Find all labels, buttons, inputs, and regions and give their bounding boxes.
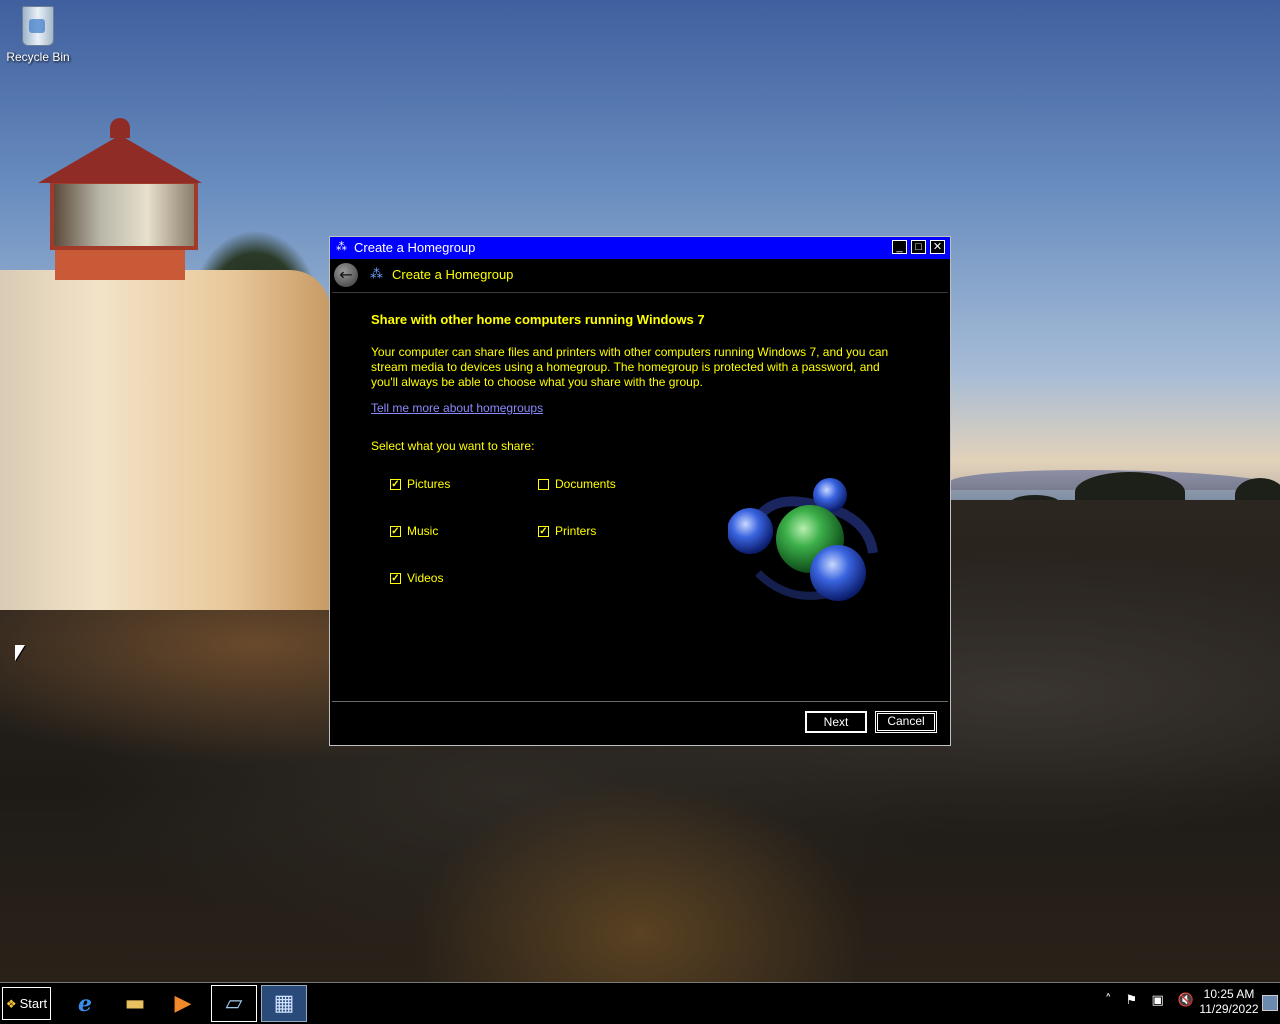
media-player-icon: ▶ (174, 991, 192, 1016)
clock-time: 10:25 AM (1203, 987, 1255, 1001)
checkbox-label: Videos (407, 571, 444, 585)
desktop-icon-label: Recycle Bin (6, 50, 70, 64)
system-tray: ˄ ⚑ ▣ 🔇 (1105, 993, 1204, 1008)
checkbox-documents[interactable]: Documents (538, 476, 616, 492)
taskbar-internet-explorer[interactable]: e (62, 985, 108, 1022)
checkbox-box: ✓ (390, 525, 401, 537)
clock[interactable]: 10:25 AM 11/29/2022 (1196, 987, 1262, 1017)
checkbox-videos[interactable]: ✓ Videos (390, 570, 443, 586)
title-bar[interactable]: ⁂ Create a Homegroup _ □ ✕ (330, 237, 950, 259)
desktop-icon-recycle-bin[interactable]: Recycle Bin (2, 6, 74, 64)
taskbar-media-player[interactable]: ▶ (160, 985, 206, 1022)
internet-explorer-icon: e (78, 990, 92, 1017)
homegroup-icon: ⁂ (336, 241, 347, 253)
close-button[interactable]: ✕ (930, 240, 945, 254)
network-icon[interactable]: ▣ (1151, 993, 1163, 1008)
taskbar: ❖ Start e ▬ ▶ ▱ ▦ ˄ ⚑ ▣ 🔇 10:25 AM 11/29… (0, 982, 1280, 1024)
notepad-icon: ▱ (225, 991, 243, 1016)
show-hidden-icons[interactable]: ˄ (1105, 993, 1112, 1008)
maximize-button[interactable]: □ (911, 240, 926, 254)
checkbox-printers[interactable]: ✓ Printers (538, 523, 596, 539)
homegroups-help-link[interactable]: Tell me more about homegroups (371, 401, 543, 415)
lighthouse-base (0, 270, 330, 610)
checkbox-label: Documents (555, 477, 616, 491)
back-button[interactable]: ← (334, 263, 358, 287)
navigation-bar: ← ⁂ Create a Homegroup (330, 259, 950, 291)
checkbox-music[interactable]: ✓ Music (390, 523, 438, 539)
checkbox-pictures[interactable]: ✓ Pictures (390, 476, 450, 492)
checkbox-box: ✓ (390, 572, 401, 584)
checkbox-label: Printers (555, 524, 597, 538)
action-center-flag-icon[interactable]: ⚑ (1126, 993, 1138, 1008)
lighthouse-lamp-room (50, 180, 198, 250)
mouse-cursor (15, 645, 25, 661)
file-explorer-icon: ▬ (124, 991, 146, 1016)
recycle-bin-icon (22, 6, 54, 46)
cancel-button[interactable]: Cancel (875, 711, 937, 733)
description-text: Your computer can share files and printe… (371, 345, 889, 389)
checkbox-box: ✓ (390, 478, 401, 490)
minimize-button[interactable]: _ (892, 240, 907, 254)
checkbox-label: Music (407, 524, 439, 538)
taskbar-notepad[interactable]: ▱ (211, 985, 257, 1022)
page-heading: Share with other home computers running … (371, 312, 705, 327)
next-button[interactable]: Next (805, 711, 867, 733)
wizard-content: Share with other home computers running … (332, 292, 948, 702)
taskbar-control-panel[interactable]: ▦ (261, 985, 307, 1022)
control-panel-icon: ▦ (273, 991, 295, 1016)
checkbox-box (538, 478, 549, 490)
window-title: Create a Homegroup (354, 240, 476, 255)
nav-title: Create a Homegroup (392, 267, 514, 282)
windows-logo-icon: ❖ (5, 996, 17, 1011)
checkbox-label: Pictures (407, 477, 451, 491)
lighthouse-cap (110, 118, 130, 138)
homegroup-icon: ⁂ (370, 267, 383, 282)
taskbar-file-explorer[interactable]: ▬ (112, 985, 158, 1022)
clock-date: 11/29/2022 (1199, 1002, 1259, 1016)
start-label: Start (19, 996, 48, 1011)
volume-muted-icon[interactable]: 🔇 (1178, 993, 1194, 1008)
start-button[interactable]: ❖ Start (2, 987, 51, 1020)
share-select-label: Select what you want to share: (371, 439, 535, 453)
wizard-footer: Next Cancel (330, 703, 950, 745)
homegroup-illustration-icon (728, 478, 878, 601)
create-homegroup-window: ⁂ Create a Homegroup _ □ ✕ ← ⁂ Create a … (329, 236, 951, 746)
show-desktop-button[interactable] (1262, 995, 1278, 1011)
lighthouse-roof (38, 135, 202, 183)
arrow-left-icon: ← (339, 265, 353, 284)
checkbox-box: ✓ (538, 525, 549, 537)
